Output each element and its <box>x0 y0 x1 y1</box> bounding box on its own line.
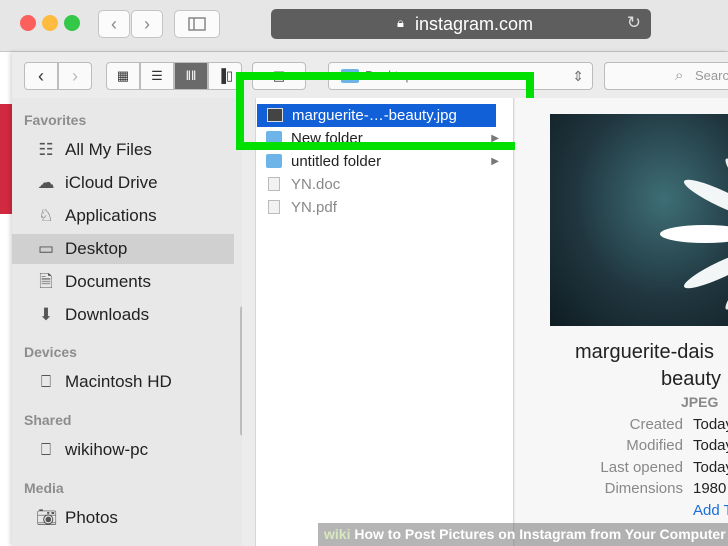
sidebar-item-desktop[interactable]: ▭ Desktop <box>12 234 234 264</box>
chevron-right-icon: › <box>144 14 150 34</box>
lock-icon: 🔒︎ <box>397 15 404 30</box>
meta-value-modified: Today <box>693 437 728 454</box>
brand-red-block <box>0 104 12 214</box>
meta-label-last-opened: Last opened <box>600 459 683 476</box>
page-background-strip <box>0 52 12 546</box>
hard-drive-icon: ⎕ <box>40 372 52 391</box>
media-header: Media <box>24 480 64 496</box>
columns-icon: ‖‖ <box>185 68 197 83</box>
sidebar-item-icloud-drive[interactable]: ☁ iCloud Drive <box>12 168 234 198</box>
documents-icon: 🗎︎ <box>39 272 53 291</box>
camera-icon: 📷︎ <box>36 508 58 527</box>
updown-chevron-icon: ⇕ <box>572 68 584 84</box>
sidebar-item-applications[interactable]: ♘ Applications <box>12 201 234 231</box>
address-bar[interactable]: 🔒︎ instagram.com ↻ <box>271 9 651 39</box>
close-window-button[interactable] <box>20 15 36 31</box>
desktop-icon: ▭ <box>37 239 55 258</box>
sidebar-item-all-my-files[interactable]: ☷ All My Files <box>12 135 234 165</box>
back-button[interactable]: ‹ <box>98 10 130 38</box>
sidebar-item-wikihow-pc[interactable]: ⎕ wikihow-pc <box>12 435 234 465</box>
folder-icon <box>266 154 282 168</box>
minimize-window-button[interactable] <box>42 15 58 31</box>
sidebar-toggle-button[interactable] <box>174 10 220 38</box>
search-field[interactable]: ⌕ Search <box>604 62 728 90</box>
url-text: instagram.com <box>415 14 534 34</box>
browser-toolbar: ‹ › 🔒︎ instagram.com ↻ <box>0 0 728 52</box>
sidebar-item-macintosh-hd[interactable]: ⎕ Macintosh HD <box>12 367 234 397</box>
file-open-dialog: ‹ › ▦ ☰ ‖‖ ▐▯ ▤ Desktop ⇕ ⌕ Search Favor… <box>12 52 728 546</box>
meta-label-created: Created <box>629 416 683 433</box>
file-row-pdf[interactable]: YN.pdf <box>256 196 513 219</box>
image-thumbnail <box>550 114 728 326</box>
devices-header: Devices <box>24 344 77 360</box>
highlight-box <box>236 72 534 150</box>
forward-button[interactable]: › <box>131 10 163 38</box>
grid-icon: ▦ <box>116 68 130 83</box>
meta-label-modified: Modified <box>626 437 683 454</box>
watermark-banner: wiki How to Post Pictures on Instagram f… <box>318 523 728 546</box>
wikihow-logo: wiki <box>324 526 351 542</box>
downloads-icon: ⬇ <box>38 305 54 324</box>
preview-filename-line1: marguerite-dais <box>575 341 714 363</box>
shared-header: Shared <box>24 412 72 428</box>
preview-filename-line2: beauty <box>661 368 722 390</box>
file-column: marguerite-…-beauty.jpg New folder ▶ unt… <box>255 98 514 546</box>
chevron-left-icon: ‹ <box>111 14 117 34</box>
preview-pane: marguerite-dais beauty JPEG Created Toda… <box>515 98 728 546</box>
search-placeholder: Search <box>695 68 728 83</box>
sidebar: Favorites ☷ All My Files ☁ iCloud Drive ♘ A… <box>12 98 242 546</box>
dialog-back-button[interactable]: ‹ <box>24 62 58 90</box>
preview-kind: JPEG <box>681 394 719 410</box>
list-icon: ☰ <box>151 68 163 83</box>
file-row-doc[interactable]: YN.doc <box>256 173 513 196</box>
coverflow-icon: ▐▯ <box>216 68 234 83</box>
disclosure-arrow-icon: ▶ <box>491 156 499 167</box>
all-files-icon: ☷ <box>38 140 54 159</box>
daisy-flower-icon <box>660 158 728 310</box>
reload-icon[interactable]: ↻ <box>627 13 641 33</box>
chevron-right-icon: › <box>72 66 78 86</box>
add-tags-link[interactable]: Add Ta <box>693 502 728 519</box>
favorites-header: Favorites <box>24 112 87 128</box>
cloud-icon: ☁ <box>37 173 55 192</box>
file-row-folder[interactable]: untitled folder ▶ <box>256 150 513 173</box>
dialog-forward-button[interactable]: › <box>58 62 92 90</box>
sidebar-item-documents[interactable]: 🗎︎ Documents <box>12 267 234 297</box>
applications-icon: ♘ <box>38 206 54 225</box>
pdf-icon <box>268 200 280 214</box>
sidebar-icon <box>188 17 206 31</box>
zoom-window-button[interactable] <box>64 15 80 31</box>
computer-icon: ⎕ <box>40 440 52 459</box>
search-icon: ⌕ <box>675 67 684 84</box>
icon-view-button[interactable]: ▦ <box>106 62 140 90</box>
meta-label-dimensions: Dimensions <box>604 480 683 497</box>
meta-value-dimensions: 1980 × <box>693 480 728 497</box>
chevron-left-icon: ‹ <box>38 66 44 86</box>
sidebar-scrollbar[interactable] <box>240 306 242 436</box>
watermark-title: How to Post Pictures on Instagram from Y… <box>354 526 726 542</box>
sidebar-item-photos[interactable]: 📷︎ Photos <box>12 503 234 533</box>
meta-value-created: Today <box>693 416 728 433</box>
column-view-button[interactable]: ‖‖ <box>174 62 208 90</box>
meta-value-last-opened: Today <box>693 459 728 476</box>
document-icon <box>268 177 280 191</box>
list-view-button[interactable]: ☰ <box>140 62 174 90</box>
sidebar-item-downloads[interactable]: ⬇ Downloads <box>12 300 234 330</box>
